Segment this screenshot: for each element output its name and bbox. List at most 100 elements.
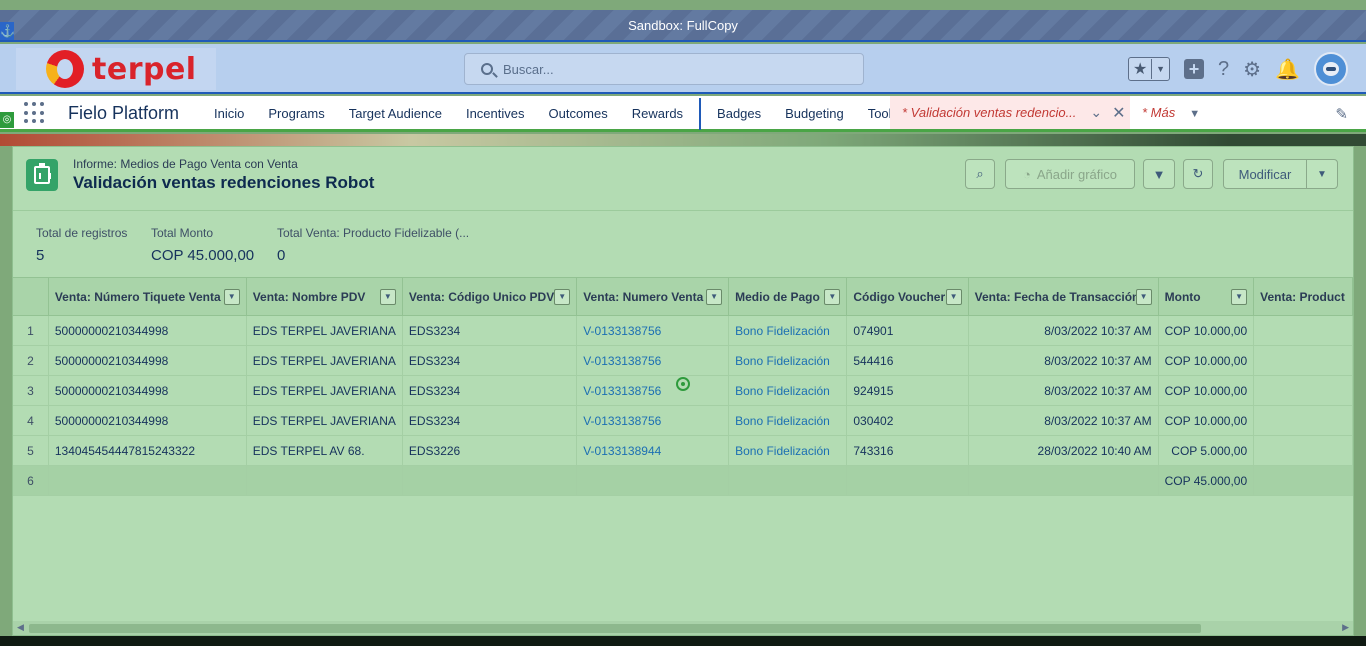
user-avatar[interactable] (1314, 52, 1348, 86)
app-nav-bar: ◎ Fielo Platform Inicio Programs Target … (0, 96, 1366, 132)
empty-cell (846, 465, 969, 496)
modify-label: Modificar (1238, 166, 1292, 182)
empty-cell (246, 465, 403, 496)
cell-numero-venta-link[interactable]: V-0133138756 (576, 405, 730, 436)
search-report-button[interactable]: ⌕ (965, 159, 995, 189)
cell-monto: COP 10.000,00 (1158, 375, 1255, 406)
row-number: 4 (13, 405, 49, 436)
column-header[interactable]: Venta: Código Unico PDV ▼ (402, 277, 578, 316)
report-type-label: Informe: Medios de Pago Venta con Venta (73, 157, 298, 171)
chevron-down-icon: ▼ (1317, 168, 1327, 180)
nav-item-budgeting[interactable]: Budgeting (773, 96, 856, 132)
cell-numero-venta-link[interactable]: V-0133138756 (576, 375, 730, 406)
empty-cell (968, 465, 1159, 496)
nav-item-incentives[interactable]: Incentives (454, 96, 537, 132)
notifications-bell-icon[interactable]: 🔔 (1275, 57, 1300, 82)
favorites-dropdown-icon[interactable]: ▼ (1156, 64, 1165, 74)
row-number: 3 (13, 375, 49, 406)
report-card: Informe: Medios de Pago Venta con Venta … (12, 146, 1354, 636)
empty-cell (728, 465, 848, 496)
column-header[interactable]: Venta: Product (1253, 277, 1353, 316)
empty-cell (576, 465, 730, 496)
more-actions-button[interactable]: ▼ (1306, 159, 1338, 189)
column-menu-icon[interactable]: ▼ (1231, 289, 1248, 305)
column-header[interactable]: Código Voucher ▼ (846, 277, 969, 316)
column-header[interactable]: Venta: Fecha de Transacción ▼ (968, 277, 1159, 316)
favorites-button[interactable]: ★ ▼ (1128, 57, 1171, 81)
edit-nav-icon[interactable]: ✎ (1335, 105, 1348, 123)
column-header[interactable]: Venta: Numero Venta ▼ (576, 277, 730, 316)
terpel-logo[interactable]: terpel (16, 48, 216, 90)
tab-validacion-ventas[interactable]: * Validación ventas redencio... ⌄ ✕ (890, 96, 1130, 129)
cell-medio-pago-link[interactable]: Bono Fidelización (728, 435, 848, 466)
scroll-left-icon[interactable]: ◀ (17, 622, 24, 633)
column-menu-icon[interactable]: ▼ (824, 289, 841, 305)
nav-more-menu[interactable]: * Más ▼ (1142, 96, 1200, 129)
column-header[interactable]: Venta: Nombre PDV ▼ (246, 277, 403, 316)
column-menu-icon[interactable]: ▼ (223, 289, 240, 305)
column-menu-icon[interactable]: ▼ (706, 289, 723, 305)
cell-numero-venta-link[interactable]: V-0133138756 (576, 345, 730, 376)
cell-codigo-voucher: 074901 (846, 315, 969, 346)
sandbox-banner: Sandbox: FullCopy (0, 10, 1366, 42)
row-number: 1 (13, 315, 49, 346)
global-search-input[interactable]: Buscar... (464, 53, 864, 85)
add-chart-button[interactable]: ◔ Añadir gráfico (1005, 159, 1135, 189)
cell-medio-pago-link[interactable]: Bono Fidelización (728, 405, 848, 436)
cell-producto (1253, 435, 1353, 466)
table-total-row: 6 COP 45.000,00 (13, 465, 1353, 496)
summary-label-total-monto: Total Monto (151, 226, 214, 240)
chevron-down-icon[interactable]: ⌄ (1090, 104, 1102, 121)
column-menu-icon[interactable]: ▼ (379, 289, 396, 305)
scroll-right-icon[interactable]: ▶ (1342, 622, 1349, 633)
cell-nombre-pdv: EDS TERPEL JAVERIANA (246, 345, 403, 376)
report-summary: Total de registros 5 Total Monto COP 45.… (13, 211, 1353, 277)
cell-fecha-transaccion: 28/03/2022 10:40 AM (968, 435, 1159, 466)
nav-item-programs[interactable]: Programs (256, 96, 336, 132)
nav-item-target-audience[interactable]: Target Audience (337, 96, 454, 132)
cell-medio-pago-link[interactable]: Bono Fidelización (728, 375, 848, 406)
column-menu-icon[interactable]: ▼ (945, 289, 962, 305)
table-row: 5 134045454447815243322 EDS TERPEL AV 68. E… (13, 435, 1353, 466)
cell-medio-pago-link[interactable]: Bono Fidelización (728, 315, 848, 346)
cell-fecha-transaccion: 8/03/2022 10:37 AM (968, 375, 1159, 406)
row-number: 6 (13, 465, 49, 496)
app-launcher-icon[interactable] (24, 102, 46, 124)
help-icon[interactable]: ? (1218, 58, 1229, 81)
nav-item-rewards[interactable]: Rewards (620, 96, 695, 132)
nav-divider (699, 98, 702, 130)
cell-codigo-voucher: 030402 (846, 405, 969, 436)
cell-fecha-transaccion: 8/03/2022 10:37 AM (968, 315, 1159, 346)
scrollbar-thumb[interactable] (29, 624, 1201, 633)
setup-gear-icon[interactable]: ⚙ (1243, 57, 1261, 82)
cell-producto (1253, 345, 1353, 376)
cell-codigo-pdv: EDS3226 (402, 435, 578, 466)
column-header[interactable]: Monto ▼ (1158, 277, 1255, 316)
table-row: 1 50000000210344998 EDS TERPEL JAVERIANA ED… (13, 315, 1353, 346)
cell-codigo-voucher: 544416 (846, 345, 969, 376)
nav-item-inicio[interactable]: Inicio (202, 96, 256, 132)
table-row: 4 50000000210344998 EDS TERPEL JAVERIANA ED… (13, 405, 1353, 436)
column-menu-icon[interactable]: ▼ (554, 289, 571, 305)
nav-item-outcomes[interactable]: Outcomes (537, 96, 620, 132)
anchor-icon[interactable]: ⚓ (0, 22, 15, 40)
column-menu-icon[interactable]: ▼ (1135, 289, 1152, 305)
close-icon[interactable]: ✕ (1112, 103, 1125, 123)
column-header[interactable]: Venta: Número Tiquete Venta ▼ (48, 277, 247, 316)
cell-total-monto: COP 45.000,00 (1158, 465, 1255, 496)
cell-numero-venta-link[interactable]: V-0133138944 (576, 435, 730, 466)
column-header[interactable]: Medio de Pago ▼ (728, 277, 848, 316)
add-icon[interactable]: + (1184, 59, 1205, 79)
nav-item-badges[interactable]: Badges (705, 96, 773, 132)
horizontal-scrollbar[interactable]: ◀ ▶ (13, 621, 1353, 635)
cell-medio-pago-link[interactable]: Bono Fidelización (728, 345, 848, 376)
global-header: terpel Buscar... ★ ▼ + ? ⚙ 🔔 (0, 44, 1366, 94)
cell-monto: COP 5.000,00 (1158, 435, 1255, 466)
cell-numero-venta-link[interactable]: V-0133138756 (576, 315, 730, 346)
filter-button[interactable]: ▼ (1143, 159, 1175, 189)
background-image (0, 134, 1366, 146)
sandbox-label: Sandbox: FullCopy (628, 18, 738, 33)
modify-button[interactable]: Modificar (1223, 159, 1307, 189)
cell-tiquete: 134045454447815243322 (48, 435, 247, 466)
refresh-button[interactable]: ↻ (1183, 159, 1213, 189)
